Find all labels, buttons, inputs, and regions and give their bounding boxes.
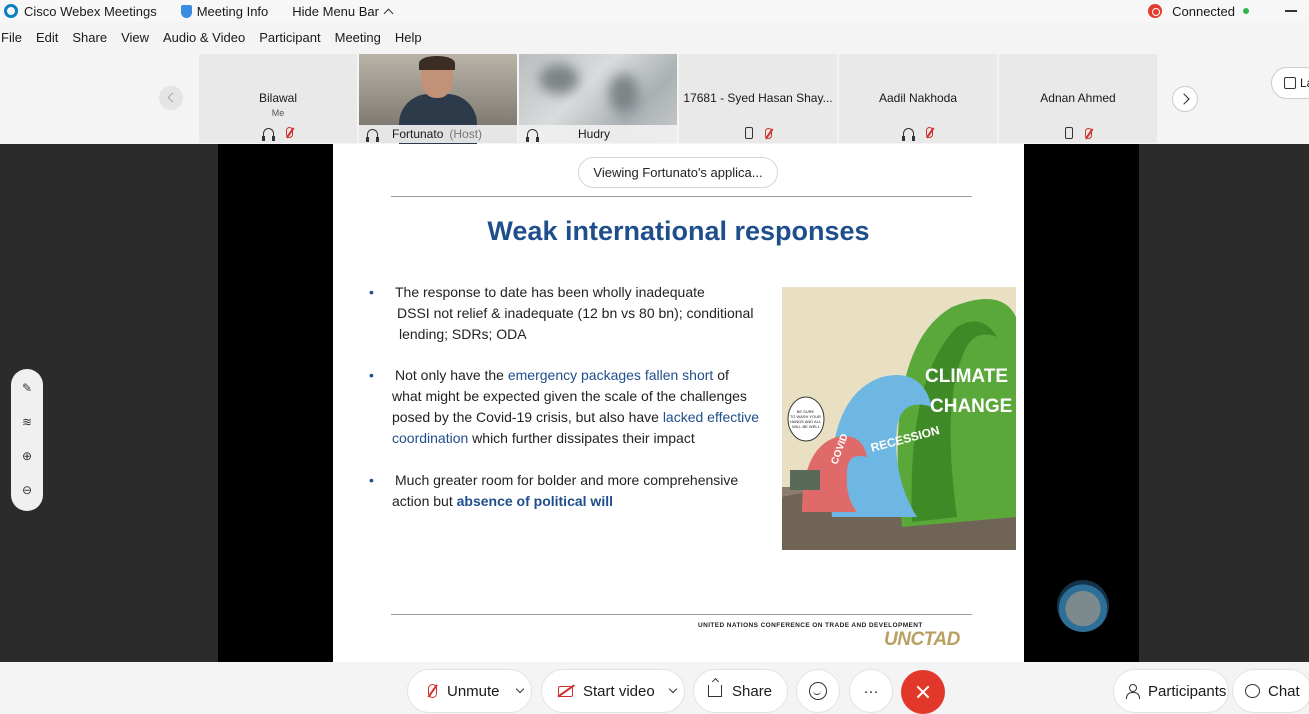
menu-view[interactable]: View xyxy=(121,30,149,50)
share-button[interactable]: Share xyxy=(693,669,788,713)
zoom-in-icon[interactable]: ⊕ xyxy=(20,449,34,463)
camera-off-icon xyxy=(558,685,573,697)
mic-muted-icon xyxy=(1084,127,1092,139)
layout-button[interactable]: La xyxy=(1271,67,1309,99)
strip-next-button[interactable] xyxy=(1172,86,1198,112)
connection-status[interactable]: Connected xyxy=(1148,0,1249,22)
smiley-icon xyxy=(809,682,827,700)
leave-meeting-button[interactable] xyxy=(901,670,945,714)
headset-icon xyxy=(526,129,539,142)
viewing-pill[interactable]: Viewing Fortunato's applica... xyxy=(578,157,778,188)
headset-icon xyxy=(262,127,275,141)
unctad-full-name: UNITED NATIONS CONFERENCE ON TRADE AND D… xyxy=(698,622,923,629)
participant-tile-aadil[interactable]: Aadil Nakhoda xyxy=(839,54,997,143)
webex-logo-icon xyxy=(4,4,18,18)
minimize-button[interactable] xyxy=(1285,10,1297,12)
cartoon-change-text: CHANGE xyxy=(930,396,1012,417)
menu-share[interactable]: Share xyxy=(72,30,107,50)
title-bar: Cisco Webex Meetings Meeting Info Hide M… xyxy=(0,0,1309,22)
cartoon-climate-text: CLIMATE xyxy=(925,366,1008,387)
phone-icon xyxy=(1064,127,1073,139)
strip-prev-button[interactable] xyxy=(159,86,183,110)
participant-sub: Me xyxy=(271,108,285,118)
hide-menu-bar-button[interactable]: Hide Menu Bar xyxy=(292,4,394,19)
slide-footer-divider xyxy=(391,614,972,615)
shield-icon xyxy=(180,4,192,18)
menu-bar: File Edit Share View Audio & Video Parti… xyxy=(0,30,436,50)
host-badge: (Host) xyxy=(449,127,483,141)
participant-tile-bilawal[interactable]: Bilawal Me xyxy=(199,54,357,143)
app-title: Cisco Webex Meetings xyxy=(0,4,157,19)
menu-help[interactable]: Help xyxy=(395,30,422,50)
phone-icon xyxy=(744,127,753,139)
layers-icon[interactable]: ≋ xyxy=(20,415,34,429)
participant-strip: Bilawal Me Fortunato (Host) Hudry 17681 … xyxy=(0,54,1309,144)
participant-tile-hudry[interactable]: Hudry xyxy=(519,54,677,143)
unmute-button[interactable]: Unmute xyxy=(407,669,532,713)
recording-icon xyxy=(1148,4,1163,18)
climate-wave-cartoon: BE SURE TO WASH YOUR HANDS AND ALL WILL … xyxy=(782,287,1016,550)
floating-self-view[interactable] xyxy=(1057,580,1109,632)
annotation-toolbar: ✎ ≋ ⊕ ⊖ xyxy=(11,369,43,511)
participant-name: Bilawal xyxy=(258,91,297,105)
mic-muted-icon xyxy=(764,127,772,139)
headset-icon xyxy=(902,127,915,141)
participants-icon xyxy=(1126,684,1140,699)
participant-name: 17681 - Syed Hasan Shay... xyxy=(683,91,833,105)
participant-name: Fortunato xyxy=(392,127,444,141)
control-bar: Unmute Start video Share ··· Participant… xyxy=(0,662,1309,713)
slide-divider xyxy=(391,196,972,197)
menu-audio-video[interactable]: Audio & Video xyxy=(163,30,245,50)
mic-muted-icon xyxy=(926,127,933,138)
unctad-logo: UNCTAD xyxy=(884,629,960,650)
bullet-marker: • xyxy=(369,472,374,488)
more-button[interactable]: ··· xyxy=(849,669,893,713)
headset-icon xyxy=(366,129,379,142)
chat-icon xyxy=(1245,684,1260,698)
bullet-marker: • xyxy=(369,284,374,300)
chevron-down-icon[interactable] xyxy=(668,684,678,694)
reactions-button[interactable] xyxy=(796,669,840,713)
participant-tile-adnan[interactable]: Adnan Ahmed xyxy=(999,54,1157,143)
zoom-out-icon[interactable]: ⊖ xyxy=(20,483,34,497)
mic-muted-icon xyxy=(286,127,293,138)
participant-name: Adnan Ahmed xyxy=(1040,91,1116,105)
participant-name: Hudry xyxy=(578,127,611,141)
chat-button[interactable]: Chat xyxy=(1232,669,1309,713)
participant-tile-syed[interactable]: 17681 - Syed Hasan Shay... xyxy=(679,54,837,143)
menu-file[interactable]: File xyxy=(1,30,22,50)
share-icon xyxy=(708,685,722,697)
menu-edit[interactable]: Edit xyxy=(36,30,58,50)
connected-dot-icon xyxy=(1243,8,1249,14)
bullet-marker: • xyxy=(369,367,374,383)
participant-name: Aadil Nakhoda xyxy=(878,91,958,105)
shared-slide: Viewing Fortunato's applica... Weak inte… xyxy=(333,144,1024,662)
layout-icon xyxy=(1284,77,1296,89)
mic-muted-icon xyxy=(428,684,437,698)
slide-title: Weak international responses xyxy=(487,216,870,246)
chevron-up-icon xyxy=(383,8,394,18)
chevron-down-icon[interactable] xyxy=(515,684,525,694)
menu-participant[interactable]: Participant xyxy=(259,30,320,50)
participants-button[interactable]: Participants xyxy=(1113,669,1229,713)
menu-meeting[interactable]: Meeting xyxy=(335,30,381,50)
pen-icon[interactable]: ✎ xyxy=(20,381,34,395)
meeting-info-button[interactable]: Meeting Info xyxy=(180,4,268,19)
start-video-button[interactable]: Start video xyxy=(541,669,685,713)
participant-tile-fortunato[interactable]: Fortunato (Host) xyxy=(359,54,517,144)
